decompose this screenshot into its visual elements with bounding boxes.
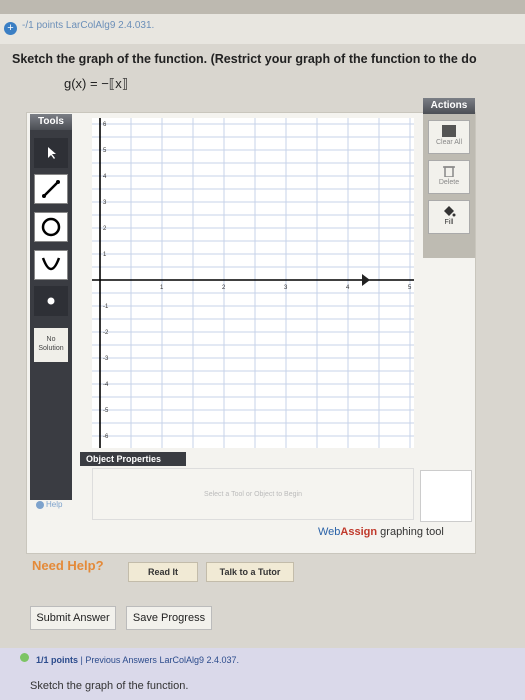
- status-separator: |: [80, 655, 83, 665]
- brand-tail: graphing tool: [377, 526, 444, 538]
- no-solution-button[interactable]: No Solution: [34, 328, 68, 362]
- pointer-tool-button[interactable]: [34, 138, 68, 168]
- clear-all-label: Clear All: [435, 139, 463, 146]
- brand-assign: Assign: [340, 526, 378, 538]
- x-tick-label: 5: [408, 285, 412, 291]
- y-tick-label: 1: [103, 252, 107, 258]
- expand-icon[interactable]: +: [4, 22, 17, 35]
- tools-panel: Tools No Solution: [30, 114, 72, 500]
- y-tick-label: -2: [103, 330, 109, 336]
- help-icon: [36, 500, 44, 509]
- actions-panel: Actions Clear All Delete Fill: [423, 98, 475, 258]
- next-question-points: 1/1 points: [36, 655, 79, 665]
- y-tick-label: -4: [103, 382, 109, 388]
- object-properties-hint: Select a Tool or Object to Begin: [204, 491, 302, 498]
- brand-web: Web: [318, 526, 341, 538]
- parabola-tool-button[interactable]: [34, 250, 68, 280]
- delete-label: Delete: [438, 179, 460, 186]
- read-it-button[interactable]: Read It: [128, 562, 198, 582]
- point-icon: [47, 297, 55, 305]
- circle-tool-button[interactable]: [34, 212, 68, 242]
- coordinate-grid[interactable]: 1 2 3 4 5 6 5 4 3 2 1 -1 -2 -3 -4 -5 -6: [92, 118, 414, 448]
- y-tick-label: -1: [103, 304, 109, 310]
- clear-all-button[interactable]: Clear All: [428, 120, 470, 154]
- status-dot-icon: [20, 653, 29, 662]
- x-axis-cursor-icon: [362, 274, 370, 286]
- trash-icon: [443, 166, 455, 177]
- need-help-label: Need Help?: [32, 558, 104, 573]
- y-tick-label: 3: [103, 200, 107, 206]
- top-bar: [0, 0, 525, 14]
- save-progress-button[interactable]: Save Progress: [126, 606, 212, 630]
- circle-icon: [41, 217, 61, 237]
- parabola-icon: [41, 257, 61, 271]
- y-tick-label: -3: [103, 356, 109, 362]
- y-tick-label: -6: [103, 434, 109, 440]
- help-label: Help: [46, 500, 63, 509]
- y-tick-label: -5: [103, 408, 109, 414]
- fill-label: Fill: [444, 219, 454, 226]
- y-tick-label: 4: [103, 174, 107, 180]
- object-properties-title: Object Properties: [80, 452, 186, 466]
- line-tool-button[interactable]: [34, 174, 68, 204]
- x-tick-label: 1: [160, 285, 164, 291]
- clear-all-icon: [442, 125, 456, 137]
- object-properties-box: Select a Tool or Object to Begin: [92, 468, 414, 520]
- point-tool-button[interactable]: [34, 286, 68, 316]
- line-icon: [42, 180, 60, 198]
- function-expression: g(x) = −⟦x⟧: [64, 76, 129, 91]
- y-tick-label: 6: [103, 122, 107, 128]
- pointer-icon: [48, 147, 56, 159]
- x-tick-label: 2: [222, 285, 226, 291]
- webassign-brand: WebAssign graphing tool: [318, 526, 444, 538]
- actions-title: Actions: [423, 98, 475, 114]
- next-question-prompt: Sketch the graph of the function.: [30, 680, 189, 692]
- question-prompt: Sketch the graph of the function. (Restr…: [12, 52, 477, 66]
- y-tick-label: 2: [103, 226, 107, 232]
- delete-button[interactable]: Delete: [428, 160, 470, 194]
- next-question-code: LarColAlg9 2.4.037.: [159, 655, 239, 665]
- fill-button[interactable]: Fill: [428, 200, 470, 234]
- question-points: -/1 points LarColAlg9 2.4.031.: [22, 20, 155, 31]
- talk-to-tutor-button[interactable]: Talk to a Tutor: [206, 562, 294, 582]
- y-tick-label: 5: [103, 148, 107, 154]
- x-tick-label: 4: [346, 285, 350, 291]
- previous-answers-link[interactable]: Previous Answers: [85, 655, 157, 665]
- x-tick-label: 3: [284, 285, 288, 291]
- submit-answer-button[interactable]: Submit Answer: [30, 606, 116, 630]
- fill-bucket-icon: [444, 206, 456, 217]
- color-swatch[interactable]: [420, 470, 472, 522]
- help-link[interactable]: Help: [36, 500, 62, 509]
- next-question-status: 1/1 points | Previous Answers LarColAlg9…: [36, 655, 239, 665]
- tools-title: Tools: [30, 114, 72, 130]
